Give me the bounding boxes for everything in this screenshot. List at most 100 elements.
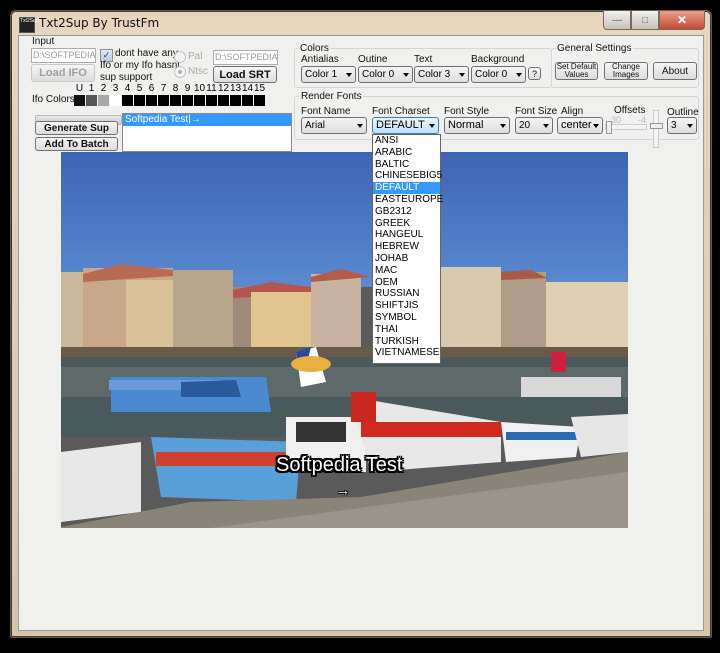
charset-option[interactable]: VIETNAMESE [373,347,440,359]
outline-color-select[interactable]: Color 0 [358,66,413,83]
offset-x-slider[interactable] [605,121,647,134]
font-charset-dropdown[interactable]: ANSI ARABIC BALTIC CHINESEBIG5 DEFAULT EASTEU… [372,134,443,364]
text-color-select[interactable]: Color 3 [414,66,469,83]
set-default-line2: Values [564,70,589,79]
charset-option[interactable]: ANSI [373,135,440,147]
load-srt-button[interactable]: Load SRT [213,66,277,83]
ifo-color-swatch[interactable] [146,95,157,106]
charset-option[interactable]: JOHAB [373,253,440,265]
subtitle-list-item[interactable]: Softpedia Test|→ [123,114,291,126]
set-default-values-button[interactable]: Set Default Values [555,62,598,80]
no-ifo-label-2: Ifo or my Ifo hasnt [100,60,181,71]
charset-option[interactable]: OEM [373,277,440,289]
font-charset-select[interactable]: DEFAULT [372,117,439,134]
ifo-color-index: 8 [172,83,179,94]
close-icon: ✕ [676,13,688,27]
charset-option[interactable]: EASTEUROPE [373,194,443,206]
maximize-icon: □ [641,14,649,26]
offset-y-slider-thumb[interactable] [650,123,663,129]
font-charset-value: DEFAULT [376,119,425,131]
ifo-color-swatch[interactable] [134,95,145,106]
title-bar[interactable]: Txt2Sup Txt2Sup By TrustFm — □ ✕ [11,11,711,37]
ifo-color-swatch[interactable] [194,95,205,106]
ifo-path-field[interactable]: D:\SOFTPEDIA\S [31,48,96,63]
no-ifo-label-3: sup support [100,72,153,83]
ifo-color-swatch[interactable] [230,95,241,106]
ifo-color-index: 10 [193,83,206,94]
ifo-color-swatch[interactable] [74,95,85,106]
chevron-down-icon [516,73,522,77]
charset-option[interactable]: SHIFTJIS [373,300,440,312]
change-images-button[interactable]: Change Images [604,62,648,80]
background-color-select[interactable]: Color 0 [471,66,526,83]
subtitle-text-list[interactable]: Softpedia Test|→ [122,113,292,152]
font-name-label: Font Name [301,106,351,117]
font-style-select[interactable]: Normal [444,117,510,134]
background-color-value: Color 0 [475,69,508,80]
about-button[interactable]: About [653,62,697,80]
antialias-select[interactable]: Color 1 [301,66,356,83]
charset-option[interactable]: HANGEUL [373,229,440,241]
font-size-value: 20 [519,120,531,131]
charset-option[interactable]: DEFAULT [373,182,440,194]
ifo-color-index: 4 [124,83,131,94]
ifo-color-swatch[interactable] [98,95,109,106]
charset-option[interactable]: TURKISH [373,336,440,348]
chevron-down-icon [357,124,363,128]
charset-option[interactable]: CHINESEBIG5 [373,170,442,182]
ifo-color-swatch[interactable] [122,95,133,106]
font-style-label: Font Style [444,106,490,117]
ntsc-radio[interactable] [174,66,186,78]
font-size-label: Font Size [515,106,558,117]
charset-option[interactable]: THAI [373,324,440,336]
charset-option[interactable]: GB2312 [373,206,440,218]
charset-option[interactable]: BALTIC [373,159,440,171]
generate-sup-button[interactable]: Generate Sup [35,121,118,135]
font-name-select[interactable]: Arial [301,117,367,134]
charset-option[interactable]: SYMBOL [373,312,440,324]
font-size-select[interactable]: 20 [515,117,553,134]
ifo-color-swatch[interactable] [86,95,97,106]
ntsc-label: Ntsc [188,66,208,77]
ifo-color-swatch[interactable] [110,95,121,106]
charset-option[interactable]: ARABIC [373,147,440,159]
offset-y-slider[interactable] [650,110,663,148]
chevron-down-icon [593,124,599,128]
align-select[interactable]: center [557,117,603,134]
charset-option[interactable]: RUSSIAN [373,288,440,300]
text-color-value: Color 3 [418,69,451,80]
close-button[interactable]: ✕ [659,11,705,30]
chevron-down-icon [687,124,693,128]
outline-color-value: Color 0 [362,69,395,80]
ifo-color-swatch[interactable] [182,95,193,106]
ifo-color-index: 3 [112,83,119,94]
font-style-value: Normal [448,119,484,131]
ifo-colors-label: Ifo Colors: [32,94,78,105]
ifo-color-swatch[interactable] [170,95,181,106]
arrow-icon: → [336,482,350,498]
align-value: center [561,119,592,131]
outline-width-select[interactable]: 3 [667,117,697,134]
chevron-down-icon [403,73,409,77]
offset-x-slider-thumb[interactable] [606,121,612,134]
pal-radio[interactable] [174,51,186,63]
ifo-color-swatch[interactable] [218,95,229,106]
charset-option[interactable]: HEBREW [373,241,440,253]
charset-option[interactable]: GREEK [373,218,440,230]
chevron-down-icon [543,124,549,128]
minimize-button[interactable]: — [603,11,631,30]
add-to-batch-button[interactable]: Add To Batch [35,137,118,151]
ifo-color-swatch[interactable] [254,95,265,106]
align-label: Align [561,106,584,117]
ifo-color-index: 9 [184,83,191,94]
window-title: Txt2Sup By TrustFm [39,16,160,30]
maximize-button[interactable]: □ [631,11,659,30]
srt-path-field[interactable]: D:\SOFTPEDIA\S [213,50,278,65]
ifo-color-swatch[interactable] [206,95,217,106]
charset-option[interactable]: MAC [373,265,440,277]
preview-image: Softpedia Test → [61,152,628,528]
load-ifo-button[interactable]: Load IFO [31,64,95,82]
ifo-color-swatch[interactable] [242,95,253,106]
ifo-color-swatch[interactable] [158,95,169,106]
colors-help-button[interactable]: ? [528,67,541,80]
